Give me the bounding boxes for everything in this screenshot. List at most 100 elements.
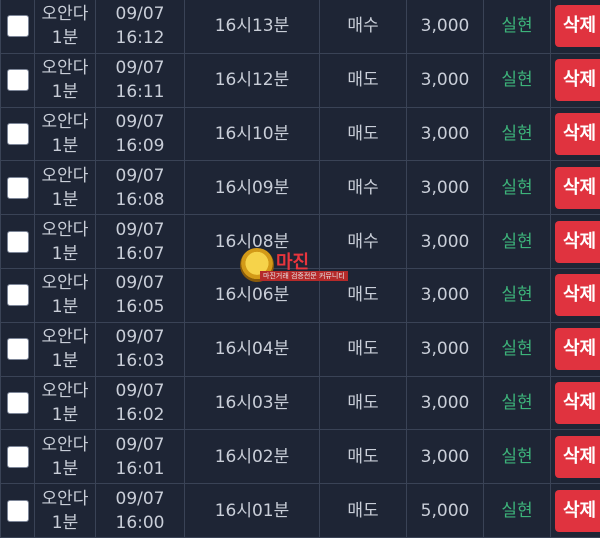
delete-button[interactable]: 삭제 [555,490,600,532]
bet-date: 09/07 [96,110,184,134]
position-cell: 매수 [320,161,407,215]
row-checkbox[interactable] [7,284,29,306]
datetime-cell: 09/0716:08 [96,161,185,215]
table-row: 오안다1분09/0716:0016시01분매도5,000실현삭제 [1,484,600,538]
table-row: 오안다1분09/0716:0316시04분매도3,000실현삭제 [1,322,600,376]
row-checkbox[interactable] [7,69,29,91]
row-checkbox[interactable] [7,392,29,414]
row-checkbox[interactable] [7,500,29,522]
table-row: 오안다1분09/0716:0916시10분매도3,000실현삭제 [1,107,600,161]
bet-time: 16:12 [96,26,184,50]
game-cell: 오안다1분 [35,161,96,215]
game-name: 오안다 [35,325,95,349]
datetime-cell: 09/0716:00 [96,484,185,538]
game-name: 오안다 [35,271,95,295]
delete-button[interactable]: 삭제 [555,113,600,155]
table-row: 오안다1분09/0716:0116시02분매도3,000실현삭제 [1,430,600,484]
datetime-cell: 09/0716:07 [96,215,185,269]
table-row: 오안다1분09/0716:1116시12분매도3,000실현삭제 [1,53,600,107]
amount-cell: 3,000 [407,53,484,107]
row-select-cell [1,376,35,430]
table-row: 오안다1분09/0716:0816시09분매수3,000실현삭제 [1,161,600,215]
delete-button[interactable]: 삭제 [555,382,600,424]
row-select-cell [1,322,35,376]
amount-cell: 3,000 [407,430,484,484]
amount-cell: 3,000 [407,107,484,161]
round-cell: 16시10분 [185,107,320,161]
amount-cell: 3,000 [407,161,484,215]
status-cell: 실현 [484,484,551,538]
game-name: 오안다 [35,218,95,242]
row-checkbox[interactable] [7,177,29,199]
position-cell: 매도 [320,322,407,376]
delete-button[interactable]: 삭제 [555,59,600,101]
row-select-cell [1,215,35,269]
bet-time: 16:08 [96,188,184,212]
game-interval: 1분 [35,295,95,319]
table-row: 오안다1분09/0716:0716시08분매수3,000실현삭제 [1,215,600,269]
game-cell: 오안다1분 [35,430,96,484]
game-cell: 오안다1분 [35,322,96,376]
row-checkbox[interactable] [7,15,29,37]
datetime-cell: 09/0716:01 [96,430,185,484]
delete-button[interactable]: 삭제 [555,274,600,316]
status-cell: 실현 [484,161,551,215]
position-cell: 매도 [320,53,407,107]
position-cell: 매수 [320,0,407,53]
position-cell: 매도 [320,107,407,161]
bet-date: 09/07 [96,487,184,511]
round-cell: 16시02분 [185,430,320,484]
action-cell: 삭제 [551,322,600,376]
position-cell: 매도 [320,430,407,484]
delete-button[interactable]: 삭제 [555,436,600,478]
bet-time: 16:05 [96,295,184,319]
game-name: 오안다 [35,433,95,457]
bet-time: 16:02 [96,403,184,427]
game-interval: 1분 [35,242,95,266]
row-select-cell [1,161,35,215]
delete-button[interactable]: 삭제 [555,221,600,263]
bet-date: 09/07 [96,2,184,26]
position-cell: 매수 [320,215,407,269]
datetime-cell: 09/0716:02 [96,376,185,430]
game-interval: 1분 [35,349,95,373]
bet-time: 16:09 [96,134,184,158]
datetime-cell: 09/0716:05 [96,268,185,322]
bet-date: 09/07 [96,164,184,188]
delete-button[interactable]: 삭제 [555,328,600,370]
datetime-cell: 09/0716:11 [96,53,185,107]
status-cell: 실현 [484,215,551,269]
amount-cell: 3,000 [407,268,484,322]
bet-date: 09/07 [96,379,184,403]
game-interval: 1분 [35,134,95,158]
row-checkbox[interactable] [7,446,29,468]
action-cell: 삭제 [551,0,600,53]
bet-date: 09/07 [96,56,184,80]
row-checkbox[interactable] [7,123,29,145]
game-interval: 1분 [35,457,95,481]
status-cell: 실현 [484,107,551,161]
game-name: 오안다 [35,110,95,134]
row-checkbox[interactable] [7,231,29,253]
game-cell: 오안다1분 [35,215,96,269]
delete-button[interactable]: 삭제 [555,5,600,47]
status-cell: 실현 [484,268,551,322]
game-cell: 오안다1분 [35,376,96,430]
round-cell: 16시06분 [185,268,320,322]
delete-button[interactable]: 삭제 [555,167,600,209]
round-cell: 16시08분 [185,215,320,269]
row-select-cell [1,107,35,161]
bet-time: 16:01 [96,457,184,481]
game-cell: 오안다1분 [35,53,96,107]
action-cell: 삭제 [551,376,600,430]
row-select-cell [1,268,35,322]
position-cell: 매도 [320,268,407,322]
round-cell: 16시03분 [185,376,320,430]
bet-date: 09/07 [96,433,184,457]
status-cell: 실현 [484,53,551,107]
game-cell: 오안다1분 [35,0,96,53]
row-checkbox[interactable] [7,338,29,360]
game-cell: 오안다1분 [35,268,96,322]
status-cell: 실현 [484,430,551,484]
game-interval: 1분 [35,403,95,427]
